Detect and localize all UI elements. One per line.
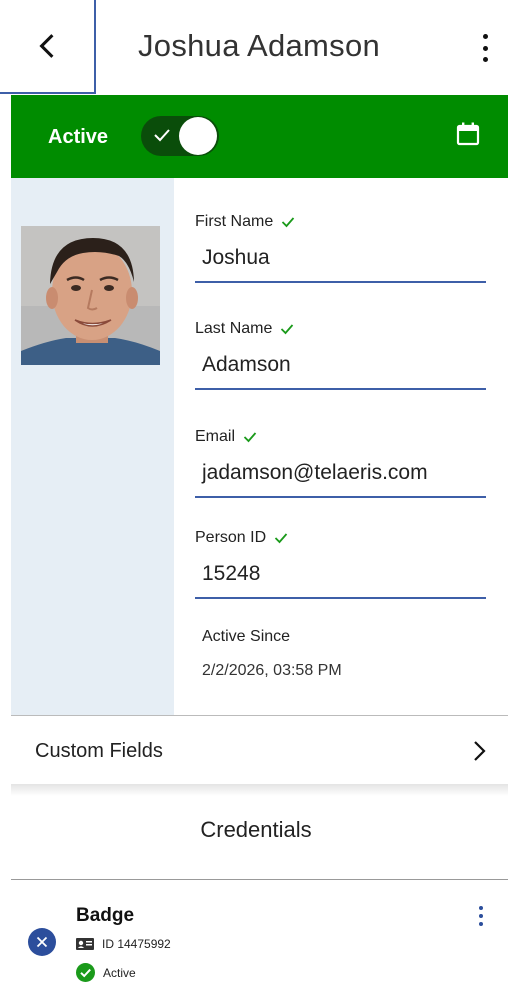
verified-check-icon (282, 217, 295, 228)
credential-status-row: Active (76, 963, 136, 982)
status-bar: Active (11, 95, 508, 178)
check-circle-icon (76, 963, 95, 982)
credential-id: ID 14475992 (102, 937, 171, 951)
active-since-label: Active Since (202, 628, 291, 645)
id-card-icon (76, 938, 94, 950)
credential-name: Badge (76, 905, 135, 926)
page-title: Joshua Adamson (138, 28, 381, 63)
section-separator (11, 784, 508, 796)
active-toggle[interactable] (141, 116, 219, 156)
field-underline (195, 496, 486, 498)
credential-item[interactable]: Badge ID 14475992 Active (11, 880, 508, 997)
app-header: Joshua Adamson (0, 0, 512, 94)
avatar[interactable] (21, 226, 160, 365)
field-underline (195, 388, 486, 390)
email-value: jadamson@telaeris.com (202, 461, 428, 484)
person-photo (21, 226, 160, 365)
more-options-button[interactable] (470, 30, 500, 66)
first-name-value: Joshua (202, 246, 270, 269)
last-name-label: Last Name (195, 320, 273, 337)
toggle-knob (179, 117, 217, 155)
person-id-field[interactable]: Person ID 15248 (195, 528, 486, 599)
status-label: Active (48, 126, 109, 148)
email-label: Email (195, 428, 236, 445)
credentials-heading: Credentials (200, 817, 312, 842)
custom-fields-label: Custom Fields (35, 740, 163, 762)
last-name-field[interactable]: Last Name Adamson (195, 319, 486, 390)
credential-status: Active (103, 965, 136, 980)
verified-check-icon (275, 533, 288, 544)
credential-id-row: ID 14475992 (76, 937, 171, 951)
last-name-value: Adamson (202, 353, 291, 376)
person-id-value: 15248 (202, 562, 261, 585)
person-id-label: Person ID (195, 529, 267, 546)
verified-check-icon (243, 432, 257, 443)
first-name-field[interactable]: First Name Joshua (195, 212, 486, 283)
email-field[interactable]: Email jadamson@telaeris.com (195, 427, 486, 498)
check-icon (154, 129, 170, 142)
field-underline (195, 597, 486, 599)
verified-check-icon (281, 324, 294, 335)
close-icon (36, 936, 48, 948)
calendar-icon[interactable] (455, 121, 481, 147)
back-button[interactable] (0, 0, 96, 94)
active-since-value: 2/2/2026, 03:58 PM (202, 662, 342, 679)
more-vertical-icon (482, 34, 488, 39)
credential-menu-button[interactable] (476, 906, 486, 926)
chevron-left-icon (39, 34, 54, 58)
revoke-credential-button[interactable] (28, 928, 56, 956)
custom-fields-row[interactable]: Custom Fields (11, 716, 508, 784)
first-name-label: First Name (195, 213, 274, 230)
more-vertical-icon (479, 906, 483, 910)
chevron-right-icon (474, 741, 486, 761)
field-underline (195, 281, 486, 283)
